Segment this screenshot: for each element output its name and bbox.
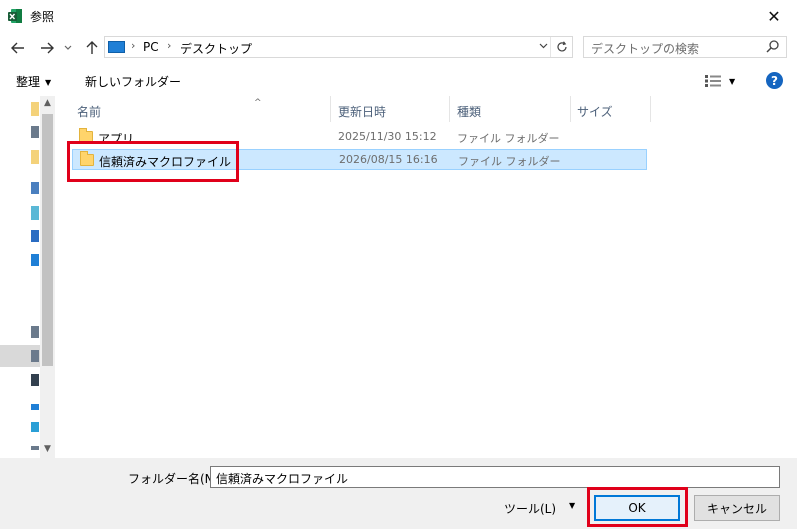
back-button[interactable]: [7, 38, 29, 58]
column-divider[interactable]: [330, 96, 331, 122]
close-icon: ✕: [767, 6, 781, 26]
browse-dialog: 参照 ✕ › PC › デスクトップ デスクトップの検索 整理 ▼ 新しいフォル…: [0, 0, 797, 529]
column-divider[interactable]: [449, 96, 450, 122]
address-bar[interactable]: › PC › デスクトップ: [104, 36, 573, 58]
column-divider[interactable]: [650, 96, 651, 122]
folder-name-label: フォルダー名(N):: [128, 472, 223, 486]
organize-button[interactable]: 整理 ▼: [16, 73, 51, 90]
breadcrumb-separator-icon[interactable]: ›: [167, 39, 171, 52]
search-icon: [766, 40, 779, 53]
recent-locations-button[interactable]: [61, 38, 75, 58]
file-modified: 2025/11/30 15:12: [338, 130, 437, 143]
download-icon[interactable]: [31, 230, 39, 242]
tools-caret-down-icon[interactable]: ▼: [569, 501, 575, 510]
document-icon[interactable]: [31, 326, 39, 338]
scroll-down-icon[interactable]: ▼: [40, 444, 55, 454]
new-folder-button[interactable]: 新しいフォルダー: [85, 73, 181, 90]
refresh-button[interactable]: [550, 37, 572, 57]
chevron-down-icon: [64, 45, 72, 50]
address-dropdown-icon[interactable]: [539, 39, 548, 52]
search-input[interactable]: デスクトップの検索: [591, 40, 699, 57]
view-options-icon[interactable]: [705, 75, 721, 87]
breadcrumb-desktop[interactable]: デスクトップ: [180, 40, 252, 57]
drive-icon[interactable]: [31, 446, 39, 450]
tools-button[interactable]: ツール(L): [504, 500, 556, 517]
folder-icon[interactable]: [31, 150, 39, 164]
column-divider[interactable]: [570, 96, 571, 122]
navigation-scrollbar[interactable]: ▲ ▼: [40, 96, 55, 458]
cancel-button[interactable]: キャンセル: [694, 495, 780, 521]
music-icon[interactable]: [31, 350, 39, 362]
scrollbar-thumb[interactable]: [42, 114, 53, 366]
column-header-type[interactable]: 種類: [457, 96, 481, 122]
breadcrumb-pc[interactable]: PC: [143, 40, 159, 54]
help-icon[interactable]: ?: [766, 72, 783, 89]
forward-button[interactable]: [36, 38, 58, 58]
column-header-size[interactable]: サイズ: [577, 96, 613, 122]
file-modified: 2026/08/15 16:16: [339, 153, 438, 166]
arrow-right-icon: [41, 42, 54, 54]
window-title: 参照: [30, 10, 55, 24]
excel-icon: [8, 9, 22, 23]
highlight-box-folder: [67, 141, 239, 182]
scroll-up-icon[interactable]: ▲: [40, 98, 55, 108]
objects-3d-icon[interactable]: [31, 206, 39, 220]
pc-icon[interactable]: [31, 182, 39, 194]
view-dropdown-icon[interactable]: ▼: [729, 77, 735, 86]
caret-down-icon: ▼: [45, 78, 52, 87]
onedrive-icon[interactable]: [31, 404, 39, 410]
close-button[interactable]: ✕: [751, 0, 797, 32]
arrow-up-icon: [86, 41, 98, 54]
folder-name-input[interactable]: 信頼済みマクロファイル: [210, 466, 780, 488]
search-box[interactable]: デスクトップの検索: [583, 36, 787, 58]
file-type: ファイル フォルダー: [458, 155, 561, 168]
document-icon[interactable]: [31, 126, 39, 138]
title-bar: 参照 ✕: [0, 0, 797, 32]
folder-icon[interactable]: [31, 102, 39, 116]
windows-drive-icon[interactable]: [31, 422, 39, 432]
column-header-modified[interactable]: 更新日時: [338, 96, 386, 122]
pc-icon: [108, 41, 125, 53]
organize-label: 整理: [16, 75, 41, 89]
arrow-left-icon: [11, 42, 24, 54]
video-icon[interactable]: [31, 374, 39, 386]
up-button[interactable]: [81, 38, 103, 58]
file-type: ファイル フォルダー: [457, 132, 560, 145]
desktop-icon[interactable]: [31, 254, 39, 266]
sort-ascending-icon: ^: [254, 98, 262, 108]
refresh-icon: [556, 41, 567, 52]
command-bar: 整理 ▼ 新しいフォルダー: [0, 64, 797, 96]
highlight-box-ok: [587, 487, 688, 527]
column-header-name[interactable]: 名前: [77, 96, 101, 122]
breadcrumb-separator-icon[interactable]: ›: [131, 39, 135, 52]
